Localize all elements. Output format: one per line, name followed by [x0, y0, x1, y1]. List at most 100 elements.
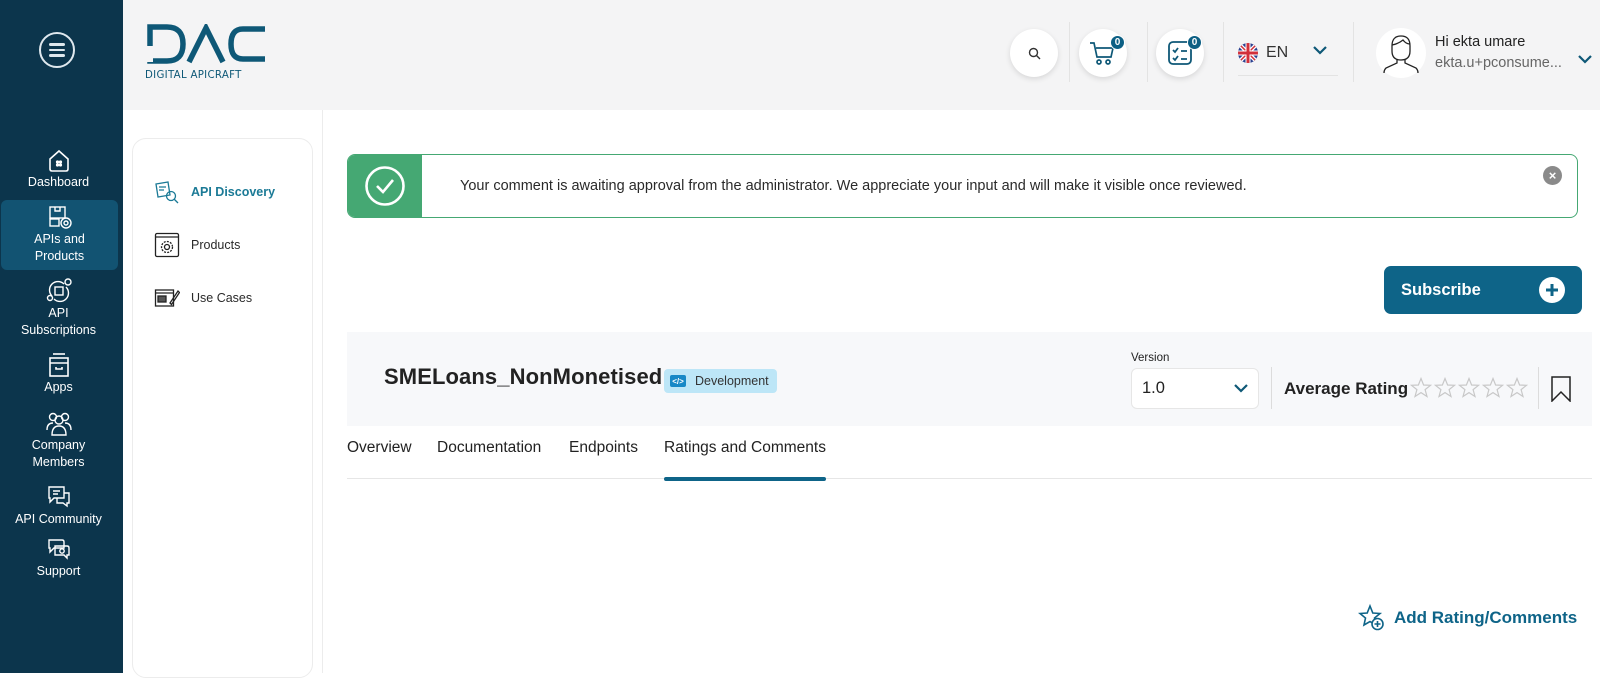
subnav-item-label: Use Cases — [191, 291, 253, 305]
search-icon — [1028, 47, 1040, 59]
products-gear-icon — [154, 232, 180, 258]
label-line: APIs and — [34, 232, 85, 246]
api-products-icon — [48, 206, 72, 229]
user-menu[interactable]: Hi ekta umare ekta.u+pconsume... — [1376, 28, 1573, 78]
environment-badge: </> Development — [664, 369, 777, 393]
environment-label: Development — [695, 374, 769, 388]
subscribe-label: Subscribe — [1401, 280, 1481, 299]
rail-item-apis-and-products[interactable]: APIs and Products — [1, 200, 118, 270]
top-header: DIGITAL APICRAFT 0 0 EN Hi ekta umare ek… — [123, 0, 1600, 110]
tab-endpoints[interactable]: Endpoints — [569, 439, 638, 479]
uk-flag-icon — [1238, 42, 1258, 63]
user-avatar-icon — [1383, 35, 1419, 74]
tab-documentation[interactable]: Documentation — [437, 439, 541, 479]
menu-line — [49, 48, 65, 52]
rail-item-dashboard[interactable]: Dashboard — [0, 147, 117, 191]
check-circle-icon — [365, 166, 405, 206]
rail-item-label: Apps — [44, 380, 73, 394]
add-rating-label: Add Rating/Comments — [1394, 608, 1578, 627]
add-rating-comments-button[interactable]: Add Rating/Comments — [1358, 604, 1577, 632]
divider — [1538, 367, 1539, 409]
rail-item-support[interactable]: Support — [0, 536, 117, 580]
divider — [1271, 367, 1272, 409]
secondary-nav-panel: API Discovery Products Use Cases — [123, 110, 323, 678]
cart-count-badge: 0 — [1110, 35, 1125, 50]
version-label: Version — [1131, 352, 1170, 364]
alert-message: Your comment is awaiting approval from t… — [460, 178, 1247, 194]
api-header-bar: SMELoans_NonMonetised </> Development Ve… — [347, 332, 1592, 426]
label-line: API — [48, 306, 69, 320]
rail-item-api-community[interactable]: API Community — [0, 484, 117, 528]
rail-item-label: API Community — [15, 512, 102, 526]
version-select[interactable]: 1.0 — [1131, 368, 1259, 409]
menu-line — [49, 54, 65, 57]
label-line: Subscriptions — [20, 323, 97, 337]
dac-logo[interactable]: DIGITAL APICRAFT — [145, 24, 270, 82]
secondary-nav: API Discovery Products Use Cases — [132, 138, 313, 678]
tab-overview[interactable]: Overview — [347, 439, 412, 479]
user-email: ekta.u+pconsume... — [1435, 55, 1562, 71]
language-label: EN — [1266, 43, 1289, 61]
archive-box-icon — [48, 353, 69, 377]
api-discovery-icon — [155, 181, 179, 204]
plus-icon — [1539, 277, 1565, 303]
divider — [1223, 22, 1224, 82]
bookmark-icon[interactable] — [1550, 376, 1572, 402]
tasks-count-badge: 0 — [1187, 35, 1202, 50]
rail-item-company-members[interactable]: Company Members — [0, 410, 117, 471]
user-greeting: Hi ekta umare — [1435, 34, 1526, 50]
divider — [1069, 22, 1070, 82]
subscriptions-icon — [46, 278, 72, 303]
avatar — [1376, 28, 1426, 78]
subnav-item-use-cases[interactable]: Use Cases — [154, 285, 252, 311]
alert-icon-box — [348, 155, 422, 217]
star-icon[interactable] — [1410, 377, 1432, 399]
close-icon[interactable]: × — [1543, 166, 1562, 185]
rail-item-label: APIs and Products — [34, 232, 85, 263]
logo-subtitle: DIGITAL APICRAFT — [145, 70, 242, 81]
rail-item-label: Company Members — [32, 438, 86, 469]
tasks-button[interactable]: 0 — [1156, 29, 1204, 77]
divider — [1353, 22, 1354, 82]
left-rail: Dashboard APIs and Products API Subscripti… — [0, 0, 123, 673]
subnav-item-label: API Discovery — [191, 185, 276, 199]
rating-stars — [1410, 377, 1528, 399]
star-icon[interactable] — [1434, 377, 1456, 399]
star-icon[interactable] — [1506, 377, 1528, 399]
version-value: 1.0 — [1142, 379, 1165, 397]
rail-item-label: Dashboard — [27, 175, 90, 189]
support-chat-icon — [47, 539, 70, 560]
cart-button[interactable]: 0 — [1079, 29, 1127, 77]
average-rating-label: Average Rating — [1284, 379, 1409, 398]
use-cases-icon — [154, 289, 180, 307]
rail-item-apps[interactable]: Apps — [0, 352, 117, 396]
success-alert: Your comment is awaiting approval from t… — [347, 154, 1578, 218]
hamburger-menu-button[interactable] — [39, 32, 75, 68]
label-line: Products — [34, 249, 85, 263]
main-content: Your comment is awaiting approval from t… — [324, 110, 1600, 673]
code-icon: </> — [670, 375, 686, 387]
subnav-item-label: Products — [191, 238, 241, 252]
chat-bubbles-icon — [47, 486, 70, 508]
api-tabs: Overview Documentation Endpoints Ratings… — [347, 435, 1592, 481]
rail-item-label: API Subscriptions — [21, 306, 96, 337]
subscribe-button[interactable]: Subscribe — [1384, 266, 1582, 314]
api-name: SMELoans_NonMonetised — [384, 364, 663, 389]
home-icon — [48, 149, 69, 172]
subnav-item-api-discovery[interactable]: API Discovery — [154, 179, 275, 205]
divider — [1147, 22, 1148, 82]
search-button[interactable] — [1010, 29, 1058, 77]
label-line: Members — [32, 455, 85, 469]
rail-item-label: Support — [36, 564, 81, 578]
users-group-icon — [45, 412, 72, 436]
menu-line — [49, 43, 65, 46]
user-menu-chevron-icon[interactable] — [1578, 55, 1592, 64]
rail-item-api-subscriptions[interactable]: API Subscriptions — [0, 278, 117, 339]
star-icon[interactable] — [1458, 377, 1480, 399]
tab-ratings-and-comments[interactable]: Ratings and Comments — [664, 439, 826, 481]
label-line: Company — [31, 438, 86, 452]
chevron-down-icon[interactable] — [1313, 46, 1327, 55]
chevron-down-icon — [1234, 384, 1248, 393]
subnav-item-products[interactable]: Products — [154, 232, 240, 258]
star-icon[interactable] — [1482, 377, 1504, 399]
